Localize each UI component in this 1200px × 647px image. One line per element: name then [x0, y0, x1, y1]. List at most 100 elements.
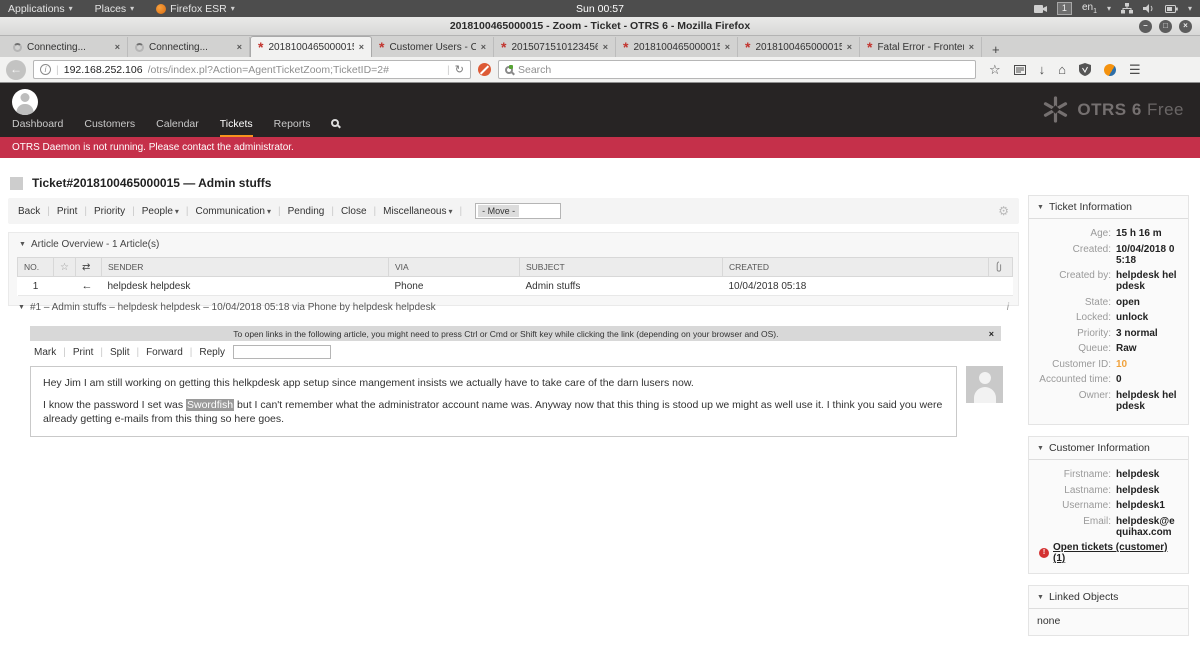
- customer-id-link[interactable]: 10: [1116, 359, 1127, 370]
- maximize-button[interactable]: □: [1159, 20, 1172, 33]
- tab-close-icon[interactable]: ×: [359, 42, 364, 52]
- info-icon[interactable]: i: [1007, 302, 1009, 313]
- article-detail-header[interactable]: ▼ #1 – Admin stuffs – helpdesk helpdesk …: [8, 296, 1019, 319]
- agent-avatar[interactable]: [12, 89, 38, 115]
- col-created[interactable]: CREATED: [723, 258, 989, 277]
- bookmark-star-icon[interactable]: ☆: [989, 63, 1001, 76]
- ticket-information-header[interactable]: ▼ Ticket Information: [1029, 196, 1188, 219]
- article-overview-header[interactable]: ▼ Article Overview - 1 Article(s): [9, 233, 1018, 257]
- action-pending[interactable]: Pending: [288, 206, 325, 217]
- move-queue-select[interactable]: - Move -: [475, 203, 561, 219]
- workspace-indicator[interactable]: 1: [1057, 2, 1072, 15]
- back-button[interactable]: ←: [6, 60, 26, 80]
- tab-close-icon[interactable]: ×: [725, 42, 730, 52]
- close-button[interactable]: ×: [1179, 20, 1192, 33]
- article-notice-bar: To open links in the following article, …: [30, 326, 1001, 341]
- alert-icon: !: [1039, 548, 1049, 558]
- applications-menu[interactable]: Applications ▾: [8, 3, 73, 15]
- tab-ticket-2018-b[interactable]: * 2018100465000015 -... ×: [738, 37, 860, 57]
- action-priority[interactable]: Priority: [94, 206, 125, 217]
- downloads-icon[interactable]: ↓: [1039, 63, 1046, 76]
- article-action-reply[interactable]: Reply: [199, 347, 225, 358]
- article-action-mark[interactable]: Mark: [34, 347, 56, 358]
- reply-select-input[interactable]: [233, 345, 331, 359]
- tab-close-icon[interactable]: ×: [115, 42, 120, 52]
- highlighted-password-text: Swordfish: [186, 399, 234, 411]
- search-input[interactable]: [518, 64, 969, 76]
- article-row[interactable]: 1 ← helpdesk helpdesk Phone Admin stuffs…: [18, 277, 1013, 296]
- article-overview-widget: ▼ Article Overview - 1 Article(s) NO. ☆ …: [8, 232, 1019, 306]
- nav-dashboard[interactable]: Dashboard: [12, 118, 63, 130]
- tab-ticket-2018-a[interactable]: * 2018100465000015 -... ×: [616, 37, 738, 57]
- ticket-information-widget: ▼ Ticket Information Age:15 h 16 m Creat…: [1028, 195, 1189, 425]
- tab-close-icon[interactable]: ×: [603, 42, 608, 52]
- tab-close-icon[interactable]: ×: [969, 42, 974, 52]
- minimize-button[interactable]: –: [1139, 20, 1152, 33]
- article-action-split[interactable]: Split: [110, 347, 129, 358]
- tab-label: 2018100465000015 -...: [268, 42, 353, 53]
- customer-information-header[interactable]: ▼ Customer Information: [1029, 437, 1188, 460]
- otrs-search-icon[interactable]: [331, 118, 339, 130]
- reload-button[interactable]: ↻: [455, 63, 464, 76]
- window-titlebar[interactable]: 2018100465000015 - Zoom - Ticket - OTRS …: [0, 17, 1200, 36]
- divider: |: [447, 64, 450, 76]
- article-action-print[interactable]: Print: [73, 347, 94, 358]
- shield-icon[interactable]: [1079, 63, 1091, 76]
- hamburger-menu-icon[interactable]: ☰: [1129, 63, 1141, 76]
- nav-reports[interactable]: Reports: [274, 118, 311, 130]
- article-header-text: #1 – Admin stuffs – helpdesk helpdesk – …: [30, 302, 436, 313]
- article-action-forward[interactable]: Forward: [146, 347, 183, 358]
- open-tickets-link[interactable]: Open tickets (customer) (1): [1053, 542, 1180, 564]
- action-back[interactable]: Back: [18, 206, 40, 217]
- places-menu[interactable]: Places ▾: [95, 3, 135, 15]
- col-subject[interactable]: SUBJECT: [520, 258, 723, 277]
- sender-avatar: [966, 366, 1003, 403]
- tab-close-icon[interactable]: ×: [237, 42, 242, 52]
- nav-calendar[interactable]: Calendar: [156, 118, 199, 130]
- site-info-icon[interactable]: i: [40, 64, 51, 75]
- blocked-content-icon[interactable]: [478, 63, 491, 76]
- action-print[interactable]: Print: [57, 206, 78, 217]
- keyboard-layout-indicator[interactable]: en1: [1082, 2, 1097, 15]
- col-no[interactable]: NO.: [18, 258, 54, 277]
- url-bar[interactable]: i | 192.168.252.106/otrs/index.pl?Action…: [33, 60, 471, 79]
- linked-objects-header[interactable]: ▼ Linked Objects: [1029, 586, 1188, 609]
- tab-close-icon[interactable]: ×: [481, 42, 486, 52]
- tab-ticket-zoom-active[interactable]: * 2018100465000015 -... ×: [250, 36, 372, 57]
- col-sender[interactable]: SENDER: [102, 258, 389, 277]
- nav-tickets[interactable]: Tickets: [220, 118, 253, 130]
- new-tab-button[interactable]: +: [982, 42, 1010, 57]
- gear-icon[interactable]: ⚙: [998, 204, 1009, 218]
- col-attachment[interactable]: [989, 258, 1013, 277]
- add-search-engine-dot: [509, 65, 513, 69]
- ticket-information-title: Ticket Information: [1049, 201, 1132, 213]
- col-direction[interactable]: ⇄: [76, 258, 102, 277]
- tab-customer-users[interactable]: * Customer Users - Cus... ×: [372, 37, 494, 57]
- tab-close-icon[interactable]: ×: [847, 42, 852, 52]
- firefox-account-icon[interactable]: [1104, 64, 1116, 76]
- browser-navbar: ← i | 192.168.252.106/otrs/index.pl?Acti…: [0, 57, 1200, 83]
- tab-fatal-error[interactable]: * Fatal Error - Frontend... ×: [860, 37, 982, 57]
- firefox-app-menu[interactable]: Firefox ESR ▾: [156, 3, 235, 15]
- tab-connecting-2[interactable]: Connecting... ×: [128, 37, 250, 57]
- ticket-title-row: Ticket#2018100465000015 — Admin stuffs: [10, 176, 271, 190]
- bookmarks-panel-icon[interactable]: [1014, 64, 1026, 76]
- home-icon[interactable]: ⌂: [1058, 63, 1066, 76]
- action-close-ticket[interactable]: Close: [341, 206, 367, 217]
- tab-ticket-2015[interactable]: * 2015071510123456 -... ×: [494, 37, 616, 57]
- linked-objects-none: none: [1029, 609, 1188, 635]
- search-bar[interactable]: [498, 60, 976, 79]
- clock[interactable]: Sun 00:57: [576, 3, 624, 15]
- action-miscellaneous[interactable]: Miscellaneous▾: [383, 206, 452, 217]
- action-communication[interactable]: Communication▾: [196, 206, 272, 217]
- otrs-favicon-icon: *: [745, 42, 750, 52]
- col-flag[interactable]: ☆: [54, 258, 76, 277]
- nav-customers[interactable]: Customers: [84, 118, 135, 130]
- system-menu-chevron-icon[interactable]: ▾: [1188, 4, 1192, 13]
- search-icon: [505, 66, 513, 74]
- col-via[interactable]: VIA: [389, 258, 520, 277]
- notice-close-icon[interactable]: ×: [982, 329, 1001, 339]
- action-people[interactable]: People▾: [142, 206, 179, 217]
- tab-connecting-1[interactable]: Connecting... ×: [6, 37, 128, 57]
- daemon-error-banner[interactable]: OTRS Daemon is not running. Please conta…: [0, 137, 1200, 158]
